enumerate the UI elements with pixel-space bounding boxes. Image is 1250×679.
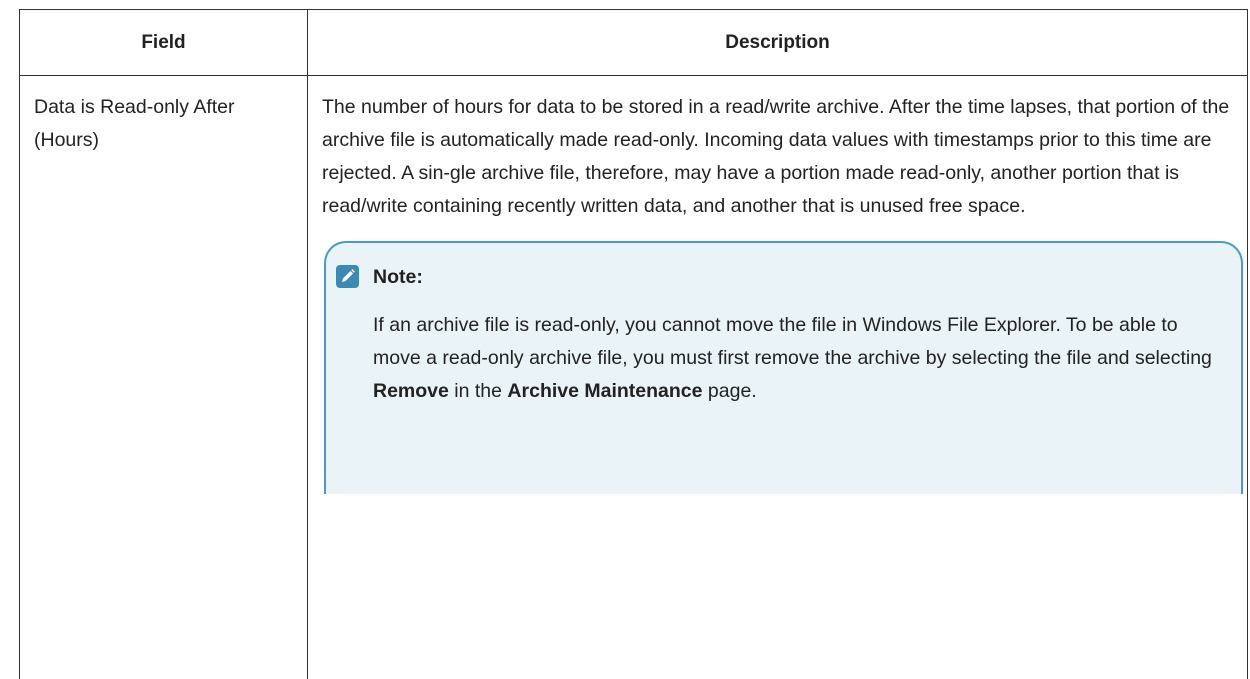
note-box: Note: If an archive file is read-only, y… xyxy=(324,241,1243,494)
table-row: Data is Read-only After (Hours) The numb… xyxy=(20,76,1248,679)
description-cell: The number of hours for data to be store… xyxy=(308,76,1248,679)
remove-label: Remove xyxy=(373,380,449,402)
field-description-table: Field Description Data is Read-only Afte… xyxy=(19,9,1248,679)
archive-maintenance-label: Archive Maintenance xyxy=(507,380,702,402)
description-text: The number of hours for data to be store… xyxy=(322,91,1235,223)
note-title: Note: xyxy=(373,265,423,289)
note-text: If an archive file is read-only, you can… xyxy=(373,309,1229,408)
field-name-cell: Data is Read-only After (Hours) xyxy=(20,76,308,679)
field-column-header: Field xyxy=(20,10,308,76)
description-column-header: Description xyxy=(308,10,1248,76)
pencil-note-icon xyxy=(336,265,359,288)
table-header-row: Field Description xyxy=(20,10,1248,76)
